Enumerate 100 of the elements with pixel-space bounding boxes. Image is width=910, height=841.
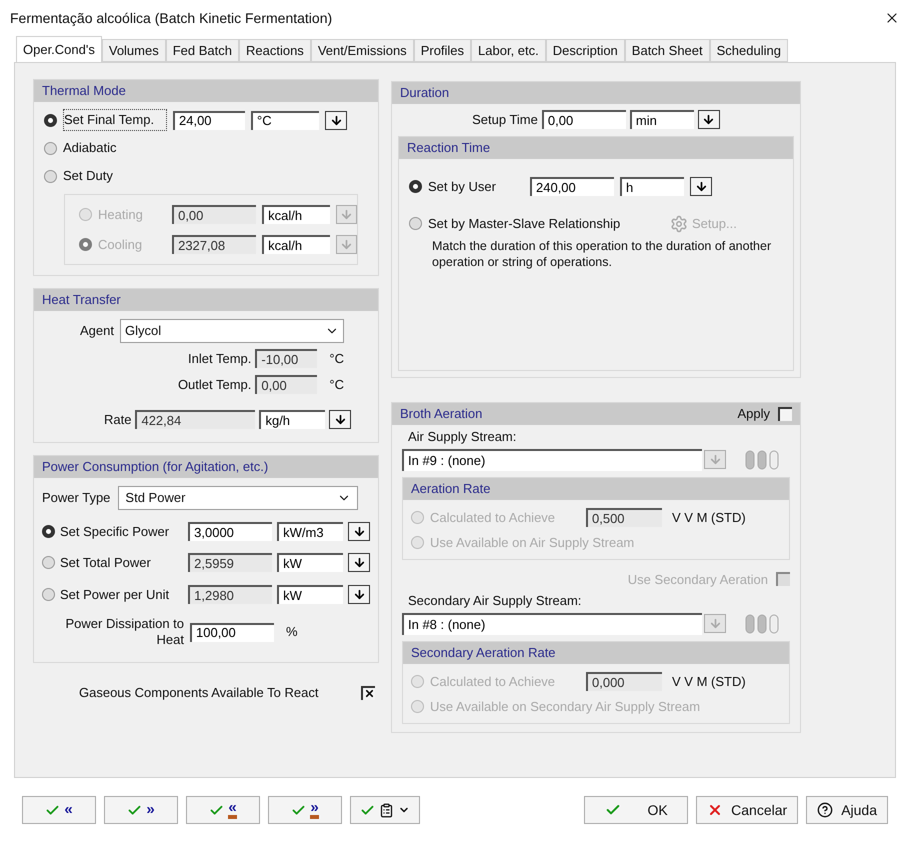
test-tubes-icon [744,450,780,470]
unit-field[interactable]: kW [277,584,344,604]
tab[interactable]: Description [546,39,625,62]
dropdown-button[interactable] [698,110,720,130]
arrow-down-icon [340,238,354,251]
value-field[interactable]: 0,500 [586,508,662,527]
option-label: Calculated to Achieve [430,508,556,526]
dropdown-button[interactable] [348,553,370,572]
field-label: Air Supply Stream: [408,428,518,446]
arrow-down-icon [708,453,722,466]
group-title: Heat Transfer [42,291,121,310]
group-title: Broth Aeration [400,405,482,424]
checkbox-label: Use Secondary Aeration [628,570,768,589]
value-field[interactable]: 100,00 [190,622,274,642]
description-text: Match the duration of this operation to the duration of another operation or string of operations. [431,238,772,270]
unit-label: % [286,623,298,642]
option-label: Use Available on Air Supply Stream [430,534,634,552]
group-title: Reaction Time [407,138,490,157]
dropdown-button[interactable] [329,410,352,430]
radio-button[interactable] [44,142,57,154]
radio-button[interactable] [409,217,422,230]
dropdown-button[interactable] [325,110,347,130]
dropdown-button[interactable] [348,584,370,604]
test-tubes-icon [744,614,780,634]
help-icon [817,802,834,818]
checkbox-label: Apply [737,405,770,424]
navigation-button[interactable]: » [104,796,178,824]
value-field[interactable]: 24,00 [173,110,245,130]
clipboard-icon [379,802,394,818]
stream-field[interactable]: In #8 : (none) [402,612,702,634]
unit-field[interactable]: kW/m3 [277,522,344,541]
checkbox[interactable] [361,686,375,700]
option-label: Adiabatic [63,139,118,158]
arrow-down-icon [352,524,366,538]
option-label: Set Final Temp. [63,109,167,131]
option-label: Set Power per Unit [60,586,170,604]
value-field[interactable]: 422,84 [135,410,256,430]
unit-field[interactable]: kW [277,553,344,572]
arrow-down-icon [334,413,347,426]
unit-field[interactable]: min [630,110,694,130]
value-field[interactable]: 3,0000 [188,522,272,541]
navigation-button[interactable]: « [186,796,260,824]
field-label: Power Dissipation to Heat [64,616,184,648]
radio-button[interactable] [42,524,55,538]
navigation-button[interactable]: « [22,796,96,824]
field-label: Inlet Temp. [188,350,252,368]
cancel-button[interactable]: Cancelar [696,796,798,824]
arrow-down-icon [352,588,366,601]
group-title: Aeration Rate [411,480,490,498]
power-type-dropdown[interactable]: Std Power [118,486,358,510]
tab[interactable]: Oper.Cond's [16,36,102,62]
unit-field[interactable]: kg/h [259,410,326,430]
checkbox[interactable] [776,572,790,586]
tab[interactable]: Batch Sheet [624,39,710,62]
agent-dropdown[interactable]: Glycol [120,319,344,343]
radio-button[interactable] [42,588,55,601]
radio-button[interactable] [409,180,422,193]
dropdown-button[interactable] [348,522,370,541]
value-field[interactable]: 240,00 [530,176,614,196]
unit-field[interactable]: h [620,176,684,196]
x-icon [364,688,374,700]
unit-label: V V M (STD) [672,508,746,527]
field-label: Outlet Temp. [178,376,252,394]
tab[interactable]: Fed Batch [166,39,239,62]
stream-field[interactable]: In #9 : (none) [402,448,702,470]
checkbox[interactable] [778,407,792,421]
value-field[interactable]: -10,00 [255,349,318,368]
option-label: Calculated to Achieve [430,672,556,690]
tab[interactable]: Volumes [102,39,166,62]
tab[interactable]: Vent/Emissions [310,39,414,62]
tab[interactable]: Reactions [239,39,311,62]
radio-button[interactable] [44,114,57,126]
radio-button[interactable] [44,170,57,182]
tab[interactable]: Scheduling [710,39,788,62]
value-field[interactable]: 0,00 [255,374,318,394]
value-field[interactable]: 0,00 [542,110,626,130]
ok-button[interactable]: OK [584,796,688,824]
option-label: Use Available on Secondary Air Supply Stream [430,698,700,716]
checkbox-label: Gaseous Components Available To React [79,684,318,702]
value-field[interactable]: 0,000 [586,672,662,691]
unit-label: °C [329,376,344,394]
value-field[interactable]: 2,5959 [188,553,272,572]
value-field[interactable]: 1,2980 [188,584,272,604]
navigation-button[interactable] [350,796,420,824]
navigation-button[interactable]: » [268,796,342,824]
field-label: Rate [104,411,132,429]
help-button[interactable]: Ajuda [806,796,888,824]
dropdown-button[interactable] [690,176,712,196]
option-label: Cooling [98,236,144,254]
group-title: Power Consumption (for Agitation, etc.) [42,458,268,476]
option-label: Set Duty [63,167,114,186]
field-label: Agent [80,322,114,340]
group-title: Thermal Mode [42,82,126,100]
tab[interactable]: Labor, etc. [471,39,546,62]
arrow-down-icon [702,113,716,126]
tab[interactable]: Profiles [414,39,472,62]
option-label: Set Total Power [60,554,152,572]
option-label: Set by User [428,178,497,196]
unit-field[interactable]: °C [251,110,319,130]
radio-button[interactable] [42,556,55,570]
